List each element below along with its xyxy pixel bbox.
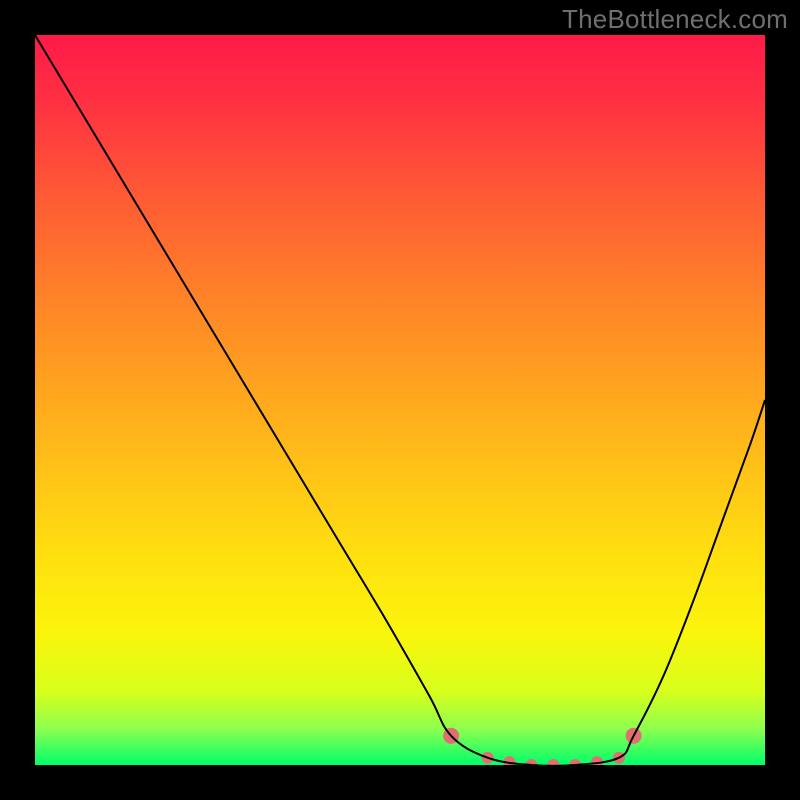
chart-svg xyxy=(35,35,765,765)
watermark-label: TheBottleneck.com xyxy=(562,4,788,35)
chart-frame: TheBottleneck.com xyxy=(0,0,800,800)
plot-area xyxy=(35,35,765,765)
gradient-background xyxy=(35,35,765,765)
